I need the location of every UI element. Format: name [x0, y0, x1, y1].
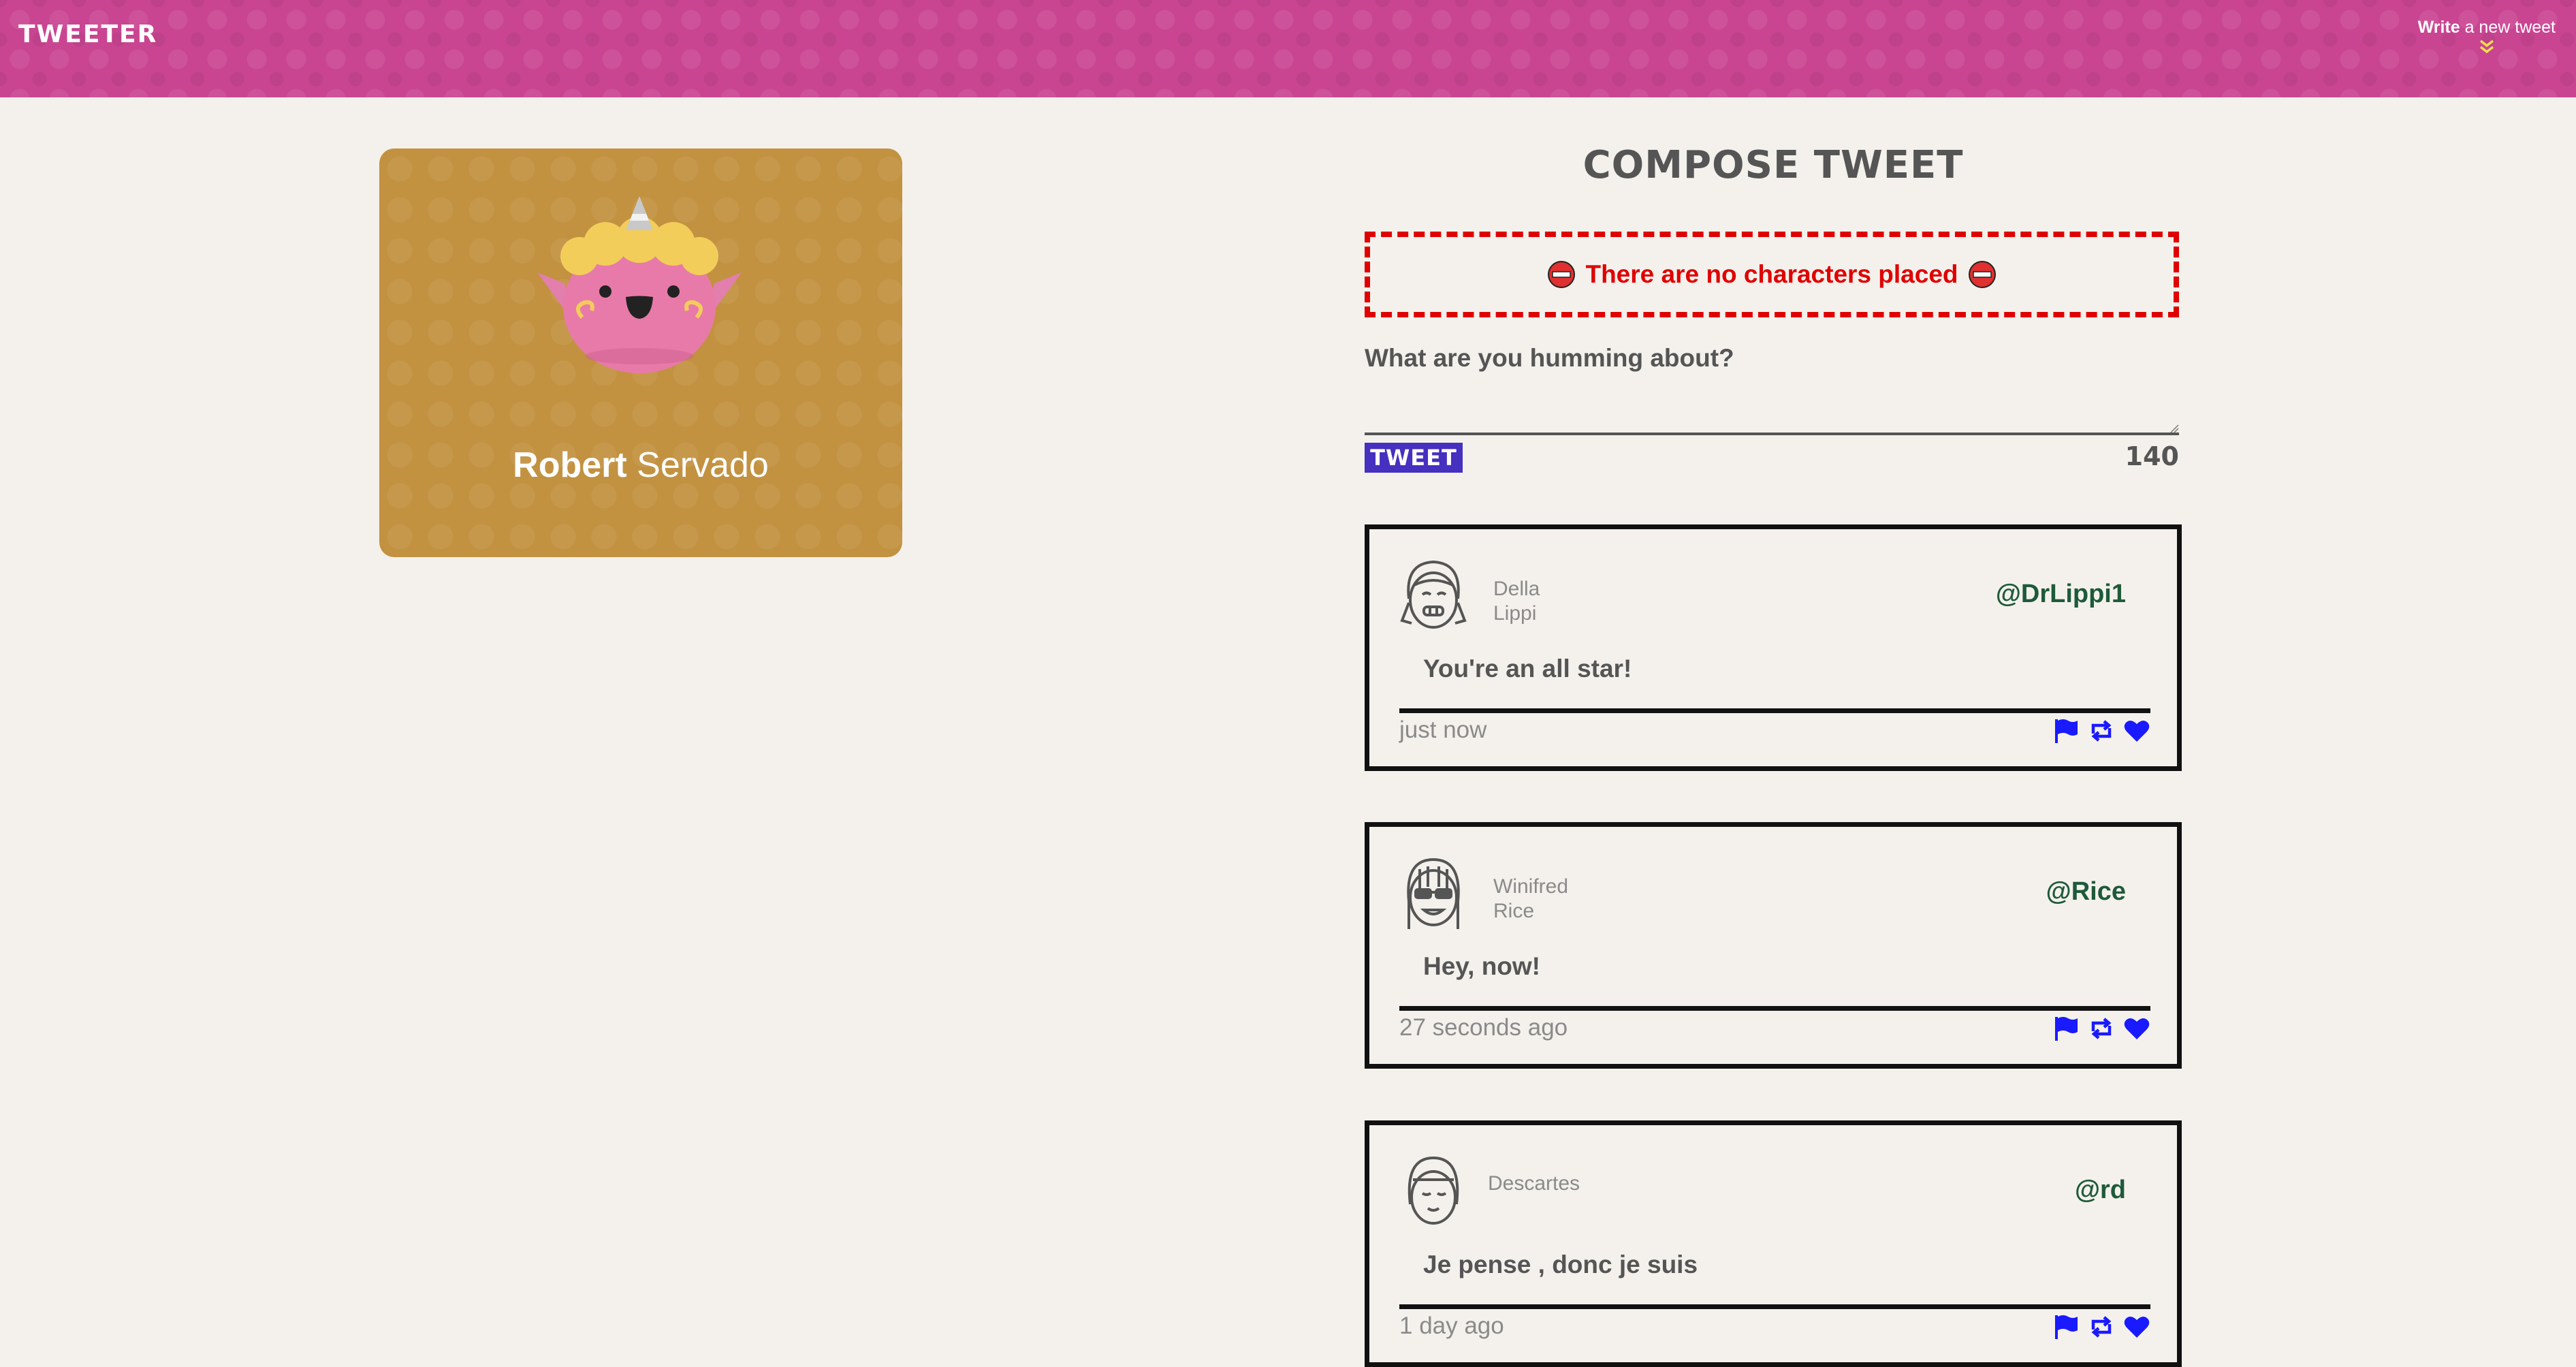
write-new-tweet-label[interactable]: Write a new tweet [2418, 18, 2556, 37]
error-message-box: There are no characters placed [1365, 232, 2179, 317]
retweet-icon[interactable] [2088, 717, 2115, 744]
profile-card: Robert Servado [379, 148, 902, 557]
tweet-user-name: Descartes [1488, 1172, 1692, 1196]
tweet-divider [1399, 1304, 2150, 1309]
user-face-icon [1407, 858, 1460, 929]
tweet-user-name: Della Lippi [1493, 577, 1698, 626]
flag-icon[interactable] [2052, 717, 2080, 744]
top-nav: TWEETER Write a new tweet [0, 0, 2576, 97]
tweet-actions [2052, 717, 2150, 744]
no-entry-icon [1548, 261, 1576, 288]
compose-title: COMPOSE TWEET [1583, 143, 1964, 187]
profile-name: Robert Servado [379, 445, 902, 486]
write-new-tweet-toggle[interactable]: Write a new tweet [2418, 18, 2556, 55]
tweet-prompt-label: What are you humming about? [1365, 344, 1734, 372]
user-first-name: Descartes [1488, 1172, 1580, 1195]
tweet-content: Hey, now! [1423, 952, 1540, 980]
tweet-submit-button[interactable]: TWEET [1365, 443, 1463, 473]
error-text: There are no characters placed [1585, 260, 1958, 288]
heart-icon[interactable] [2123, 1313, 2150, 1340]
flag-icon[interactable] [2052, 1015, 2080, 1042]
user-face-icon [1408, 1156, 1459, 1225]
tweet-card: Winifred Rice @Rice Hey, now! 27 seconds … [1365, 822, 2182, 1069]
no-entry-icon [1968, 261, 1996, 288]
user-face-icon [1400, 560, 1467, 629]
tweet-actions [2052, 1015, 2150, 1042]
tweet-timestamp: 1 day ago [1399, 1313, 1504, 1339]
tweet-handle[interactable]: @DrLippi1 [1996, 580, 2126, 609]
double-chevron-down-icon[interactable] [2477, 39, 2497, 55]
profile-first-name: Robert [513, 445, 627, 485]
user-first-name: Della [1493, 578, 1540, 600]
tweet-handle[interactable]: @Rice [2046, 877, 2126, 907]
user-last-name: Rice [1493, 900, 1535, 922]
character-counter: 140 [2125, 441, 2179, 471]
brand-logo[interactable]: TWEETER [18, 20, 157, 48]
tweet-user-name: Winifred Rice [1493, 875, 1698, 924]
tweet-content: You're an all star! [1423, 655, 1632, 682]
retweet-icon[interactable] [2088, 1313, 2115, 1340]
heart-icon[interactable] [2123, 1015, 2150, 1042]
resize-grip-icon[interactable] [2169, 424, 2179, 433]
tweet-text-input[interactable] [1365, 385, 2179, 435]
user-first-name: Winifred [1493, 875, 1569, 898]
retweet-icon[interactable] [2088, 1015, 2115, 1042]
flag-icon[interactable] [2052, 1313, 2080, 1340]
tweet-content: Je pense , donc je suis [1423, 1251, 1698, 1278]
tweet-handle[interactable]: @rd [2075, 1176, 2126, 1205]
write-rest-text: a new tweet [2460, 18, 2556, 37]
tweet-actions [2052, 1313, 2150, 1340]
tweet-divider [1399, 708, 2150, 713]
tweet-divider [1399, 1006, 2150, 1011]
write-bold-text: Write [2417, 18, 2460, 37]
user-last-name: Lippi [1493, 602, 1537, 625]
heart-icon[interactable] [2123, 717, 2150, 744]
tweet-timestamp: 27 seconds ago [1399, 1014, 1568, 1041]
tweet-card: Della Lippi @DrLippi1 You're an all star!… [1365, 524, 2182, 771]
tweet-timestamp: just now [1399, 717, 1487, 743]
tweet-card: Descartes @rd Je pense , donc je suis 1 … [1365, 1120, 2182, 1367]
monster-avatar-icon [537, 196, 742, 373]
profile-last-name: Servado [626, 445, 769, 485]
